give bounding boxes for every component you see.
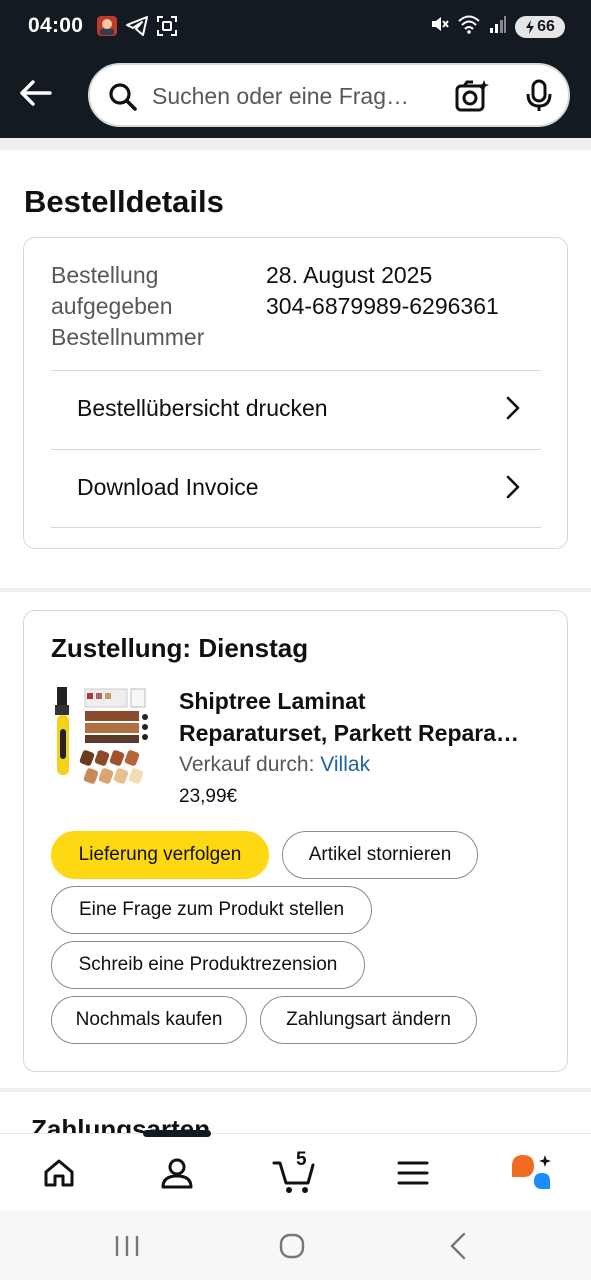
home-circle-icon	[279, 1233, 305, 1259]
product-title-line1: Shiptree Laminat	[179, 688, 366, 714]
page-content[interactable]: Bestelldetails Bestellung aufgegeben Bes…	[0, 138, 591, 1133]
account-icon	[161, 1158, 193, 1189]
buy-again-button[interactable]: Nochmals kaufen	[51, 996, 247, 1044]
print-order-summary-label: Bestellübersicht drucken	[77, 395, 328, 421]
top-bar: 04:00 66 Suchen oder eine Frag…	[0, 0, 591, 138]
page-title: Bestelldetails	[24, 184, 224, 219]
order-number: 304-6879989-6296361	[266, 293, 499, 319]
product-title[interactable]: Shiptree Laminat Reparaturset, Parkett R…	[179, 685, 549, 749]
signal-icon	[489, 14, 507, 39]
download-invoice-link[interactable]: Download Invoice	[51, 450, 541, 527]
wifi-icon	[457, 14, 481, 39]
order-placed-label-line2: aufgegeben	[51, 293, 173, 319]
product-price: 23,99€	[179, 786, 238, 807]
screenshot-icon	[156, 15, 178, 42]
delivery-section: Zustellung: Dienstag Shiptree Laminat Re…	[0, 592, 591, 1088]
delivery-title: Zustellung: Dienstag	[51, 633, 309, 663]
mute-icon	[429, 14, 449, 39]
order-info-labels: Bestellung aufgegeben Bestellnummer	[51, 260, 204, 353]
download-invoice-label: Download Invoice	[77, 474, 259, 500]
order-details-section: Bestelldetails Bestellung aufgegeben Bes…	[0, 150, 591, 588]
home-system-button[interactable]	[272, 1231, 312, 1261]
rufus-ai-icon	[512, 1155, 551, 1189]
print-order-summary-link[interactable]: Bestellübersicht drucken	[51, 371, 541, 448]
nav-rufus[interactable]	[501, 1148, 561, 1198]
battery-level: 66	[537, 17, 555, 35]
search-icon[interactable]	[108, 82, 138, 117]
search-bar[interactable]: Suchen oder eine Frag…	[88, 63, 570, 127]
nav-cart[interactable]: 5	[264, 1148, 324, 1198]
order-info-card: Bestellung aufgegeben Bestellnummer 28. …	[23, 237, 568, 549]
cart-icon	[272, 1161, 315, 1193]
seller-info: Verkauf durch: Villak	[179, 753, 370, 777]
order-date: 28. August 2025	[266, 262, 433, 288]
seller-prefix: Verkauf durch:	[179, 753, 315, 776]
active-tab-indicator	[143, 1130, 211, 1137]
back-arrow-icon	[20, 80, 52, 106]
recent-apps-icon	[115, 1236, 139, 1256]
write-review-button[interactable]: Schreib eine Produktrezension	[51, 941, 365, 989]
battery-icon: 66	[515, 15, 565, 38]
product-title-line2: Reparaturset, Parkett Repara…	[179, 720, 520, 746]
track-delivery-button[interactable]: Lieferung verfolgen	[51, 831, 269, 879]
home-icon	[44, 1159, 74, 1187]
back-system-button[interactable]	[438, 1231, 478, 1261]
recent-apps-button[interactable]	[107, 1231, 147, 1261]
divider	[51, 527, 541, 528]
chevron-right-icon	[505, 396, 521, 425]
status-bar: 04:00 66	[0, 0, 591, 56]
order-placed-label-line1: Bestellung	[51, 262, 159, 288]
back-chevron-icon	[450, 1232, 466, 1260]
back-button[interactable]	[14, 72, 56, 114]
delivery-card: Zustellung: Dienstag Shiptree Laminat Re…	[23, 610, 568, 1072]
system-navigation-bar	[0, 1211, 591, 1280]
status-time: 04:00	[28, 14, 84, 37]
seller-link[interactable]: Villak	[320, 753, 370, 776]
camera-lens-icon[interactable]	[454, 79, 490, 118]
payment-section: Zahlungsarten	[0, 1092, 591, 1133]
bottom-navigation: 5	[0, 1130, 591, 1212]
cancel-item-button[interactable]: Artikel stornieren	[282, 831, 478, 879]
chevron-right-icon	[505, 475, 521, 504]
mic-icon[interactable]	[524, 79, 554, 118]
change-payment-method-button[interactable]: Zahlungsart ändern	[260, 996, 477, 1044]
ask-product-question-button[interactable]: Eine Frage zum Produkt stellen	[51, 886, 372, 934]
nav-menu[interactable]	[383, 1148, 443, 1198]
product-image[interactable]	[51, 685, 155, 791]
nav-home[interactable]	[29, 1148, 89, 1198]
order-number-label: Bestellnummer	[51, 324, 205, 350]
nav-account[interactable]	[147, 1148, 207, 1198]
order-info-values: 28. August 2025 304-6879989-6296361	[266, 260, 499, 322]
search-input[interactable]: Suchen oder eine Frag…	[152, 79, 434, 113]
cart-count-badge: 5	[296, 1149, 307, 1170]
menu-icon	[397, 1161, 429, 1185]
telegram-icon	[126, 16, 148, 41]
avatar-notification-icon	[96, 15, 118, 42]
